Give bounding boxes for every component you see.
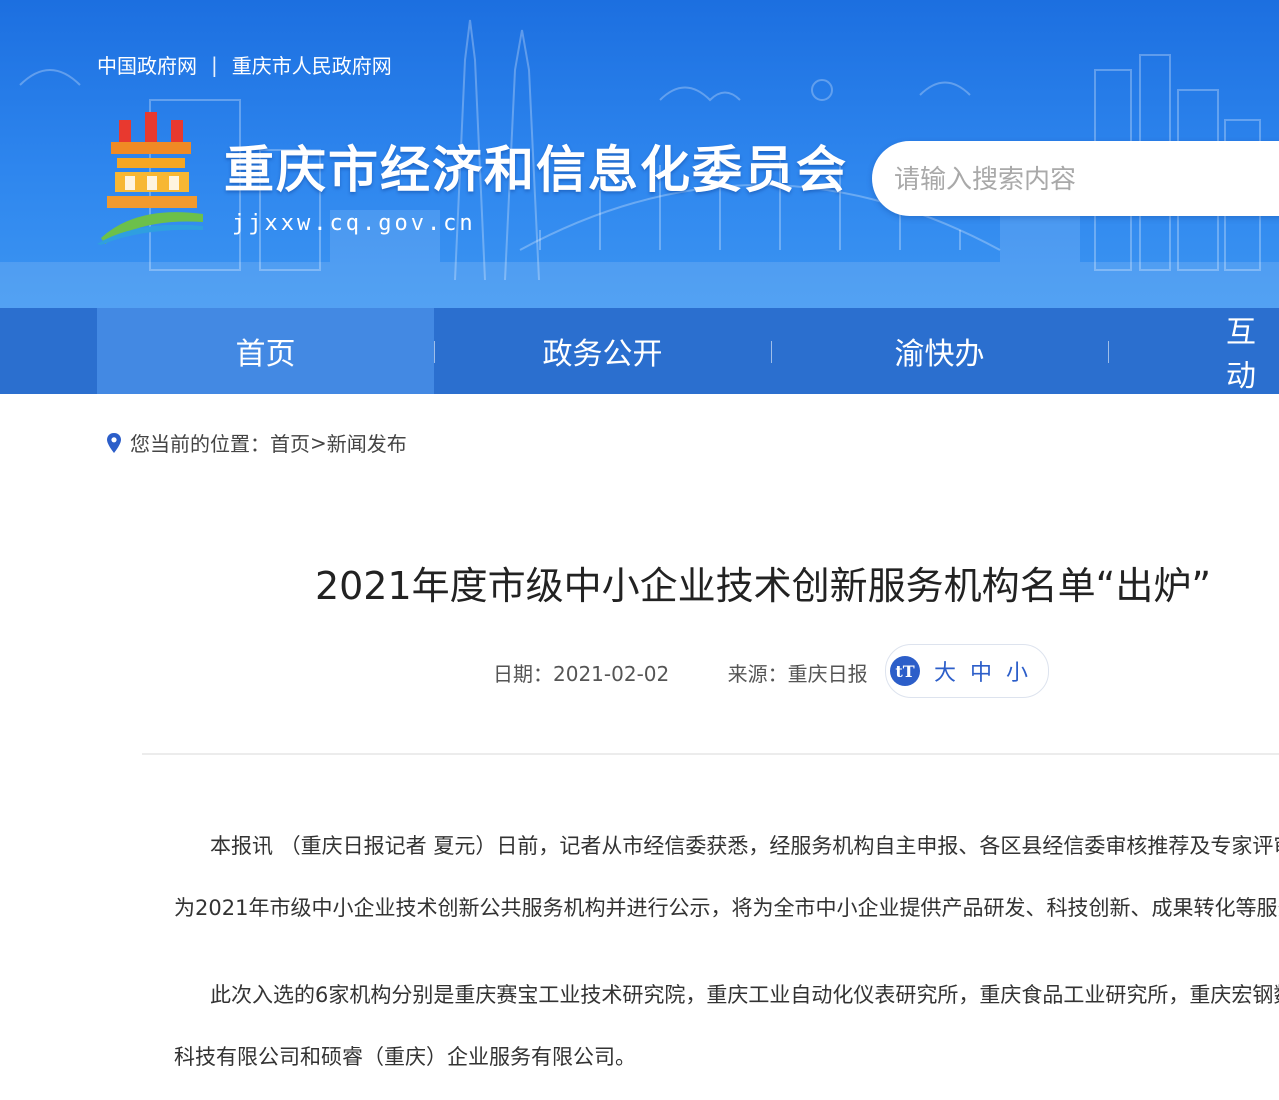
font-size-large-button[interactable]: 大 — [934, 655, 956, 687]
article-paragraph: 本报讯 （重庆日报记者 夏元）日前，记者从市经信委获悉，经服务机构自主申报、各区… — [174, 815, 1279, 939]
breadcrumb: 您当前的位置： 首页 > 新闻发布 — [106, 428, 407, 457]
content-divider — [142, 753, 1279, 755]
text-size-icon: tT — [890, 656, 920, 686]
site-header: 中国政府网 | 重庆市人民政府网 重庆市经济和信息化委员会 jjxxw.cq.g… — [0, 0, 1279, 308]
site-title: 重庆市经济和信息化委员会 — [224, 141, 848, 199]
top-links-separator: | — [211, 52, 218, 77]
article-title: 2021年度市级中小企业技术创新服务机构名单“出炉” — [314, 564, 1212, 608]
top-links: 中国政府网 | 重庆市人民政府网 — [97, 50, 392, 79]
nav-item-government-affairs[interactable]: 政务公开 — [434, 308, 771, 394]
breadcrumb-separator: > — [310, 430, 327, 455]
breadcrumb-home-link[interactable]: 首页 — [270, 428, 310, 457]
paragraph-line: 本报讯 （重庆日报记者 夏元）日前，记者从市经信委获悉，经服务机构自主申报、各区… — [210, 834, 1279, 858]
article-paragraph: 此次入选的6家机构分别是重庆赛宝工业技术研究院，重庆工业自动化仪表研究所，重庆食… — [174, 964, 1279, 1088]
link-chongqing-gov[interactable]: 重庆市人民政府网 — [232, 50, 392, 79]
font-size-small-button[interactable]: 小 — [1006, 655, 1028, 687]
nav-item-yukuaiban[interactable]: 渝快办 — [771, 308, 1108, 394]
paragraph-line: 为2021年市级中小企业技术创新公共服务机构并进行公示，将为全市中小企业提供产品… — [174, 896, 1279, 920]
font-size-switcher: tT 大 中 小 — [885, 644, 1049, 698]
breadcrumb-current-link[interactable]: 新闻发布 — [327, 428, 407, 457]
nav-item-home[interactable]: 首页 — [97, 308, 434, 394]
location-pin-icon — [107, 432, 121, 453]
font-size-medium-button[interactable]: 中 — [970, 655, 992, 687]
breadcrumb-prefix: 您当前的位置： — [130, 432, 270, 456]
article-meta: 日期：2021-02-02 来源：重庆日报 — [493, 658, 868, 687]
nav-item-interaction[interactable]: 互动 — [1108, 308, 1279, 394]
site-logo[interactable] — [97, 110, 207, 245]
search-box — [872, 141, 1279, 218]
main-nav: 首页 政务公开 渝快办 互动 — [0, 308, 1279, 394]
article-source: 来源：重庆日报 — [727, 662, 868, 686]
search-input[interactable] — [892, 141, 1276, 218]
paragraph-line: 科技有限公司和硕睿（重庆）企业服务有限公司。 — [174, 1045, 636, 1069]
article-date: 日期：2021-02-02 — [493, 662, 670, 686]
paragraph-line: 此次入选的6家机构分别是重庆赛宝工业技术研究院，重庆工业自动化仪表研究所，重庆食… — [210, 983, 1279, 1007]
site-domain: jjxxw.cq.gov.cn — [232, 211, 476, 236]
link-china-gov[interactable]: 中国政府网 — [97, 50, 197, 79]
